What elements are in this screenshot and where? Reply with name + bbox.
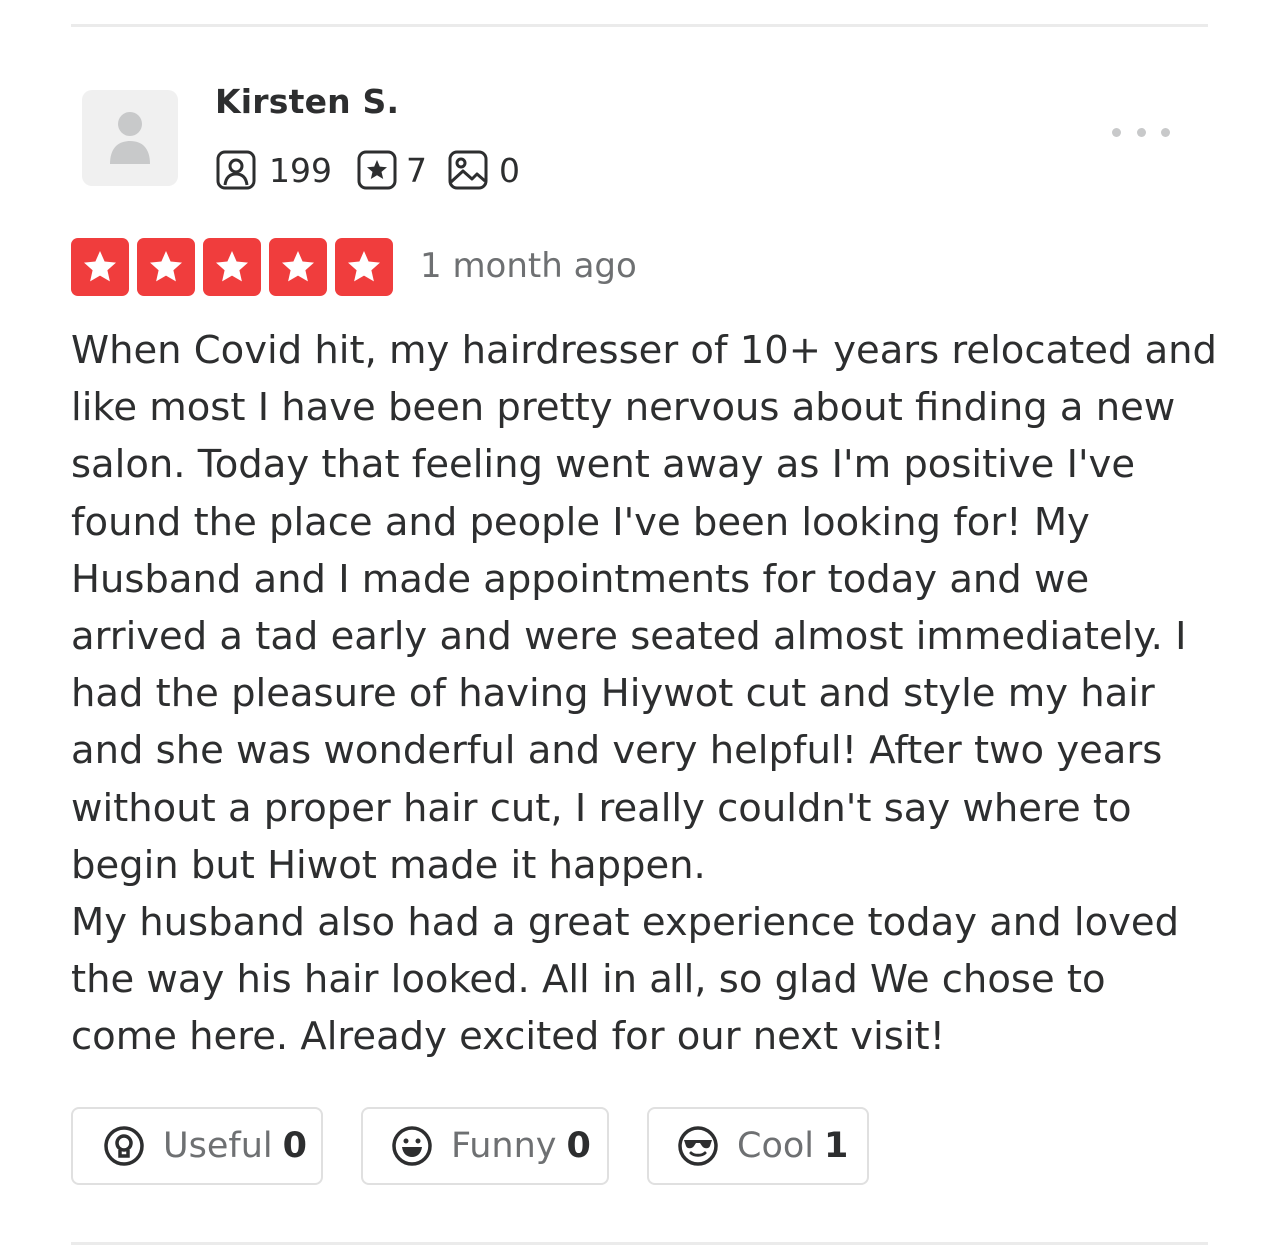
useful-count: 0 (282, 1126, 307, 1166)
sunglasses-icon (678, 1126, 718, 1166)
photos-stat: 0 (447, 149, 520, 191)
bottom-divider (71, 1242, 1208, 1245)
user-avatar[interactable] (82, 90, 178, 186)
star-5 (335, 238, 393, 296)
star-icon (216, 251, 248, 282)
lightbulb-icon (104, 1126, 144, 1166)
reviewer-stats: 199 7 0 (215, 148, 544, 192)
review-date: 1 month ago (420, 246, 637, 286)
funny-label: Funny (451, 1126, 557, 1166)
funny-button[interactable]: Funny 0 (361, 1107, 609, 1185)
funny-count: 0 (566, 1126, 591, 1166)
photos-icon (448, 150, 488, 190)
default-user-avatar-icon (110, 112, 150, 164)
review-paragraph: My husband also had a great experience t… (71, 900, 1180, 1060)
review-text: When Covid hit, my hairdresser of 10+ ye… (71, 322, 1221, 1066)
star-icon (150, 251, 182, 282)
cool-count: 1 (824, 1126, 849, 1166)
cool-button[interactable]: Cool 1 (647, 1107, 869, 1185)
friends-count: 199 (269, 150, 332, 190)
star-2 (137, 238, 195, 296)
useful-button[interactable]: Useful 0 (71, 1107, 323, 1185)
reviews-star-icon (357, 150, 397, 190)
review-paragraph: When Covid hit, my hairdresser of 10+ ye… (71, 328, 1217, 888)
star-1 (71, 238, 129, 296)
photos-count: 0 (499, 150, 520, 190)
star-3 (203, 238, 261, 296)
star-rating (71, 238, 401, 296)
more-options-icon[interactable] (1106, 116, 1176, 148)
star-icon (282, 251, 314, 282)
reviewer-name[interactable]: Kirsten S. (215, 82, 399, 121)
smiley-icon (392, 1126, 432, 1166)
reviews-stat: 7 (356, 149, 427, 191)
friends-stat: 199 (215, 149, 332, 191)
top-divider (71, 24, 1208, 27)
friends-icon (216, 150, 256, 190)
star-icon (348, 251, 380, 282)
useful-label: Useful (163, 1126, 273, 1166)
star-4 (269, 238, 327, 296)
star-icon (84, 251, 116, 282)
reviews-count: 7 (406, 150, 427, 190)
cool-label: Cool (737, 1126, 814, 1166)
